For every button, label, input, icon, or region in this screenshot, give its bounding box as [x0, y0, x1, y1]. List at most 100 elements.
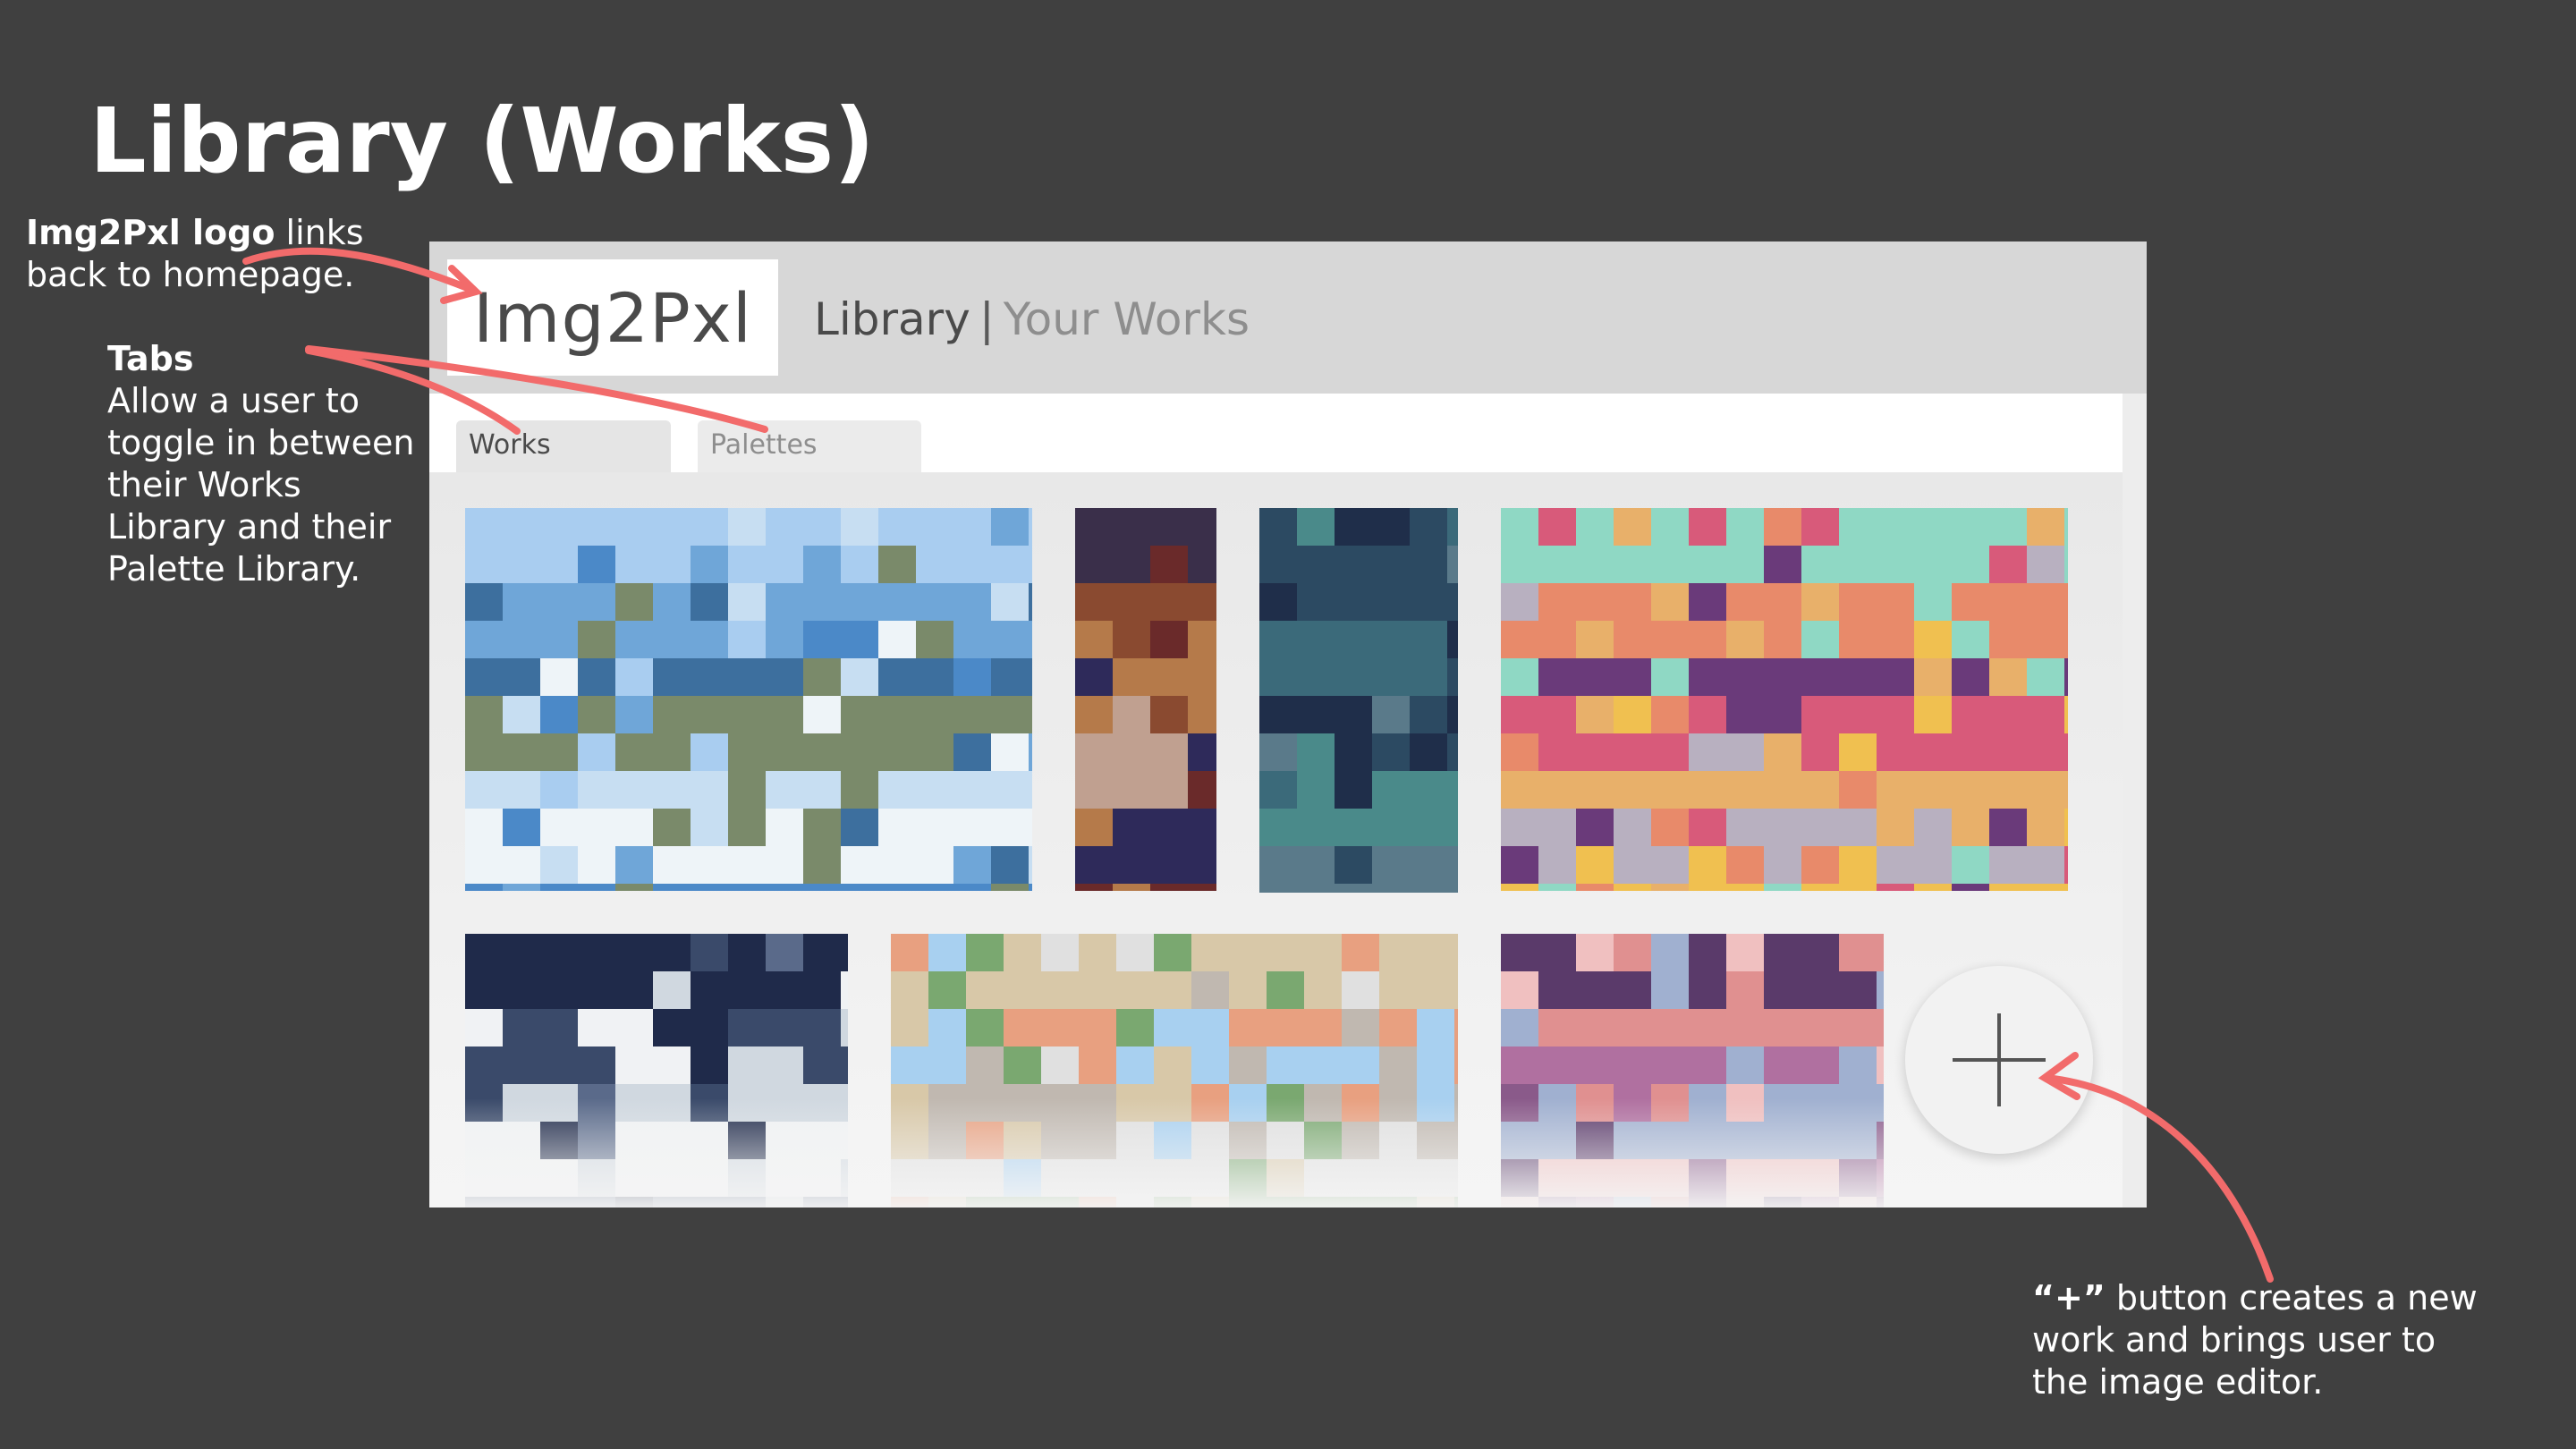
pixel-cell: [916, 733, 953, 771]
add-work-button[interactable]: [1905, 966, 2093, 1154]
pixel-cell: [503, 884, 540, 891]
pixel-cell: [1342, 1046, 1379, 1084]
pixel-cell: [953, 884, 991, 891]
pixel-cell: [766, 1122, 803, 1159]
pixel-cell: [891, 934, 928, 971]
pixel-cell: [803, 1197, 841, 1208]
pixel-cell: [1410, 884, 1447, 893]
pixel-cell: [1651, 1159, 1689, 1197]
pixel-cell: [1188, 621, 1216, 658]
pixel-cell: [1454, 934, 1458, 971]
pixel-cell: [540, 1009, 578, 1046]
pixel-cell: [803, 583, 841, 621]
work-thumbnail[interactable]: [1501, 934, 1884, 1208]
pixel-cell: [1454, 971, 1458, 1009]
pixel-cell: [691, 696, 728, 733]
pixel-cell: [1410, 658, 1447, 696]
pixel-cell: [991, 583, 1029, 621]
pixel-cell: [1410, 771, 1447, 809]
pixel-cell: [653, 1084, 691, 1122]
pixel-cell: [1689, 1046, 1726, 1084]
pixel-cell: [540, 508, 578, 546]
pixel-cell: [1454, 1197, 1458, 1208]
pixel-cell: [1952, 658, 1989, 696]
pixel-cell: [578, 884, 615, 891]
pixel-cell: [1651, 1084, 1689, 1122]
pixel-cell: [2064, 508, 2068, 546]
pixel-cell: [1651, 658, 1689, 696]
pixel-cell: [653, 508, 691, 546]
pixel-cell: [1914, 696, 1952, 733]
tab-works[interactable]: Works: [456, 420, 671, 472]
pixel-cell: [1726, 1159, 1764, 1197]
pixel-cell: [615, 771, 653, 809]
pixel-cell: [1297, 846, 1335, 884]
pixel-cell: [540, 658, 578, 696]
work-thumbnail[interactable]: [891, 934, 1458, 1208]
pixel-cell: [1614, 1197, 1651, 1208]
pixel-cell: [1501, 508, 1538, 546]
pixel-cell: [653, 884, 691, 891]
pixel-cell: [1075, 771, 1113, 809]
pixel-cell: [1335, 809, 1372, 846]
pixel-cell: [2027, 809, 2064, 846]
pixel-cell: [803, 846, 841, 884]
logo-link[interactable]: Img2Pxl: [447, 259, 778, 376]
pixel-cell: [653, 1009, 691, 1046]
pixel-cell: [728, 1197, 766, 1208]
pixel-cell: [1726, 1084, 1764, 1122]
pixel-cell: [2064, 809, 2068, 846]
pixel-cell: [578, 1009, 615, 1046]
pixel-cell: [1372, 884, 1410, 893]
pixel-cell: [1113, 696, 1150, 733]
logo-annotation: Img2Pxl logo links back to homepage.: [26, 212, 364, 296]
pixel-cell: [1501, 809, 1538, 846]
pixel-cell: [966, 1046, 1004, 1084]
pixel-cell: [1614, 583, 1651, 621]
pixel-cell: [966, 934, 1004, 971]
pixel-cell: [1501, 1159, 1538, 1197]
pixel-cell: [1801, 1009, 1839, 1046]
pixel-cell: [1372, 546, 1410, 583]
pixel-cell: [953, 508, 991, 546]
pixel-cell: [1075, 846, 1113, 884]
pixel-cell: [1259, 771, 1297, 809]
pixel-cell: [540, 771, 578, 809]
pixel-cell: [1113, 546, 1150, 583]
pixel-cell: [653, 583, 691, 621]
pixel-cell: [1538, 621, 1576, 658]
pixel-cell: [1116, 1009, 1154, 1046]
pixel-cell: [728, 934, 766, 971]
pixel-cell: [1726, 771, 1764, 809]
pixel-cell: [615, 696, 653, 733]
pixel-cell: [1726, 621, 1764, 658]
pixel-cell: [1614, 658, 1651, 696]
pixel-cell: [1116, 934, 1154, 971]
pixel-cell: [1614, 696, 1651, 733]
work-thumbnail[interactable]: [1259, 508, 1458, 893]
pixel-cell: [653, 771, 691, 809]
pixel-cell: [691, 1197, 728, 1208]
pixel-cell: [728, 809, 766, 846]
pixel-cell: [1113, 809, 1150, 846]
pixel-cell: [878, 696, 916, 733]
work-thumbnail[interactable]: [1501, 508, 2068, 891]
pixel-cell: [1952, 546, 1989, 583]
pixel-cell: [953, 771, 991, 809]
pixel-cell: [766, 583, 803, 621]
work-thumbnail[interactable]: [465, 508, 1032, 891]
pixel-cell: [1914, 733, 1952, 771]
plus-annotation: “+” button creates a new work and brings…: [2032, 1277, 2478, 1403]
pixel-cell: [1410, 583, 1447, 621]
pixel-cell: [1075, 884, 1113, 891]
pixel-cell: [540, 1046, 578, 1084]
pixel-cell: [928, 1046, 966, 1084]
pixel-cell: [1259, 733, 1297, 771]
tab-palettes[interactable]: Palettes: [698, 420, 921, 472]
work-thumbnail[interactable]: [1075, 508, 1216, 891]
work-thumbnail[interactable]: [465, 934, 848, 1208]
pixel-cell: [1952, 884, 1989, 891]
scrollbar[interactable]: [2123, 394, 2147, 1208]
pixel-cell: [1447, 846, 1458, 884]
pixel-cell: [953, 621, 991, 658]
